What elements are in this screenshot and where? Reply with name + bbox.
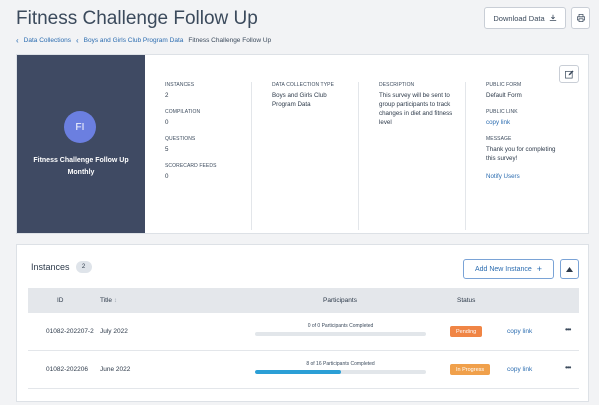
edit-button[interactable] bbox=[559, 65, 579, 83]
breadcrumb-current: Fitness Challenge Follow Up bbox=[188, 37, 272, 44]
collection-overview-card: FI Fitness Challenge Follow Up Monthly I… bbox=[16, 54, 589, 234]
description-value: This survey will be sent to group partic… bbox=[379, 92, 453, 126]
table-row[interactable]: 01082-202206 June 2022 8 of 16 Participa… bbox=[28, 351, 579, 389]
print-button[interactable] bbox=[571, 7, 590, 29]
progress-bar bbox=[255, 370, 426, 374]
scorecard-label: SCORECARD FEEDS bbox=[165, 163, 217, 169]
add-instance-label: Add New Instance bbox=[474, 265, 532, 273]
download-icon bbox=[549, 14, 556, 21]
description-label: DESCRIPTION bbox=[379, 82, 415, 88]
instances-section: Instances 2 Add New Instance + ID Title … bbox=[16, 244, 589, 402]
description-column: DESCRIPTION This survey will be sent to … bbox=[358, 82, 465, 230]
questions-label: QUESTIONS bbox=[165, 136, 196, 142]
breadcrumb: ‹ Data Collections ‹ Boys and Girls Club… bbox=[16, 35, 272, 45]
instances-count-badge: 2 bbox=[75, 261, 92, 273]
caret-up-icon bbox=[566, 266, 573, 272]
message-label: MESSAGE bbox=[486, 136, 512, 142]
table-row[interactable]: 01082-202207-2 July 2022 0 of 0 Particip… bbox=[28, 313, 579, 351]
add-new-instance-button[interactable]: Add New Instance + bbox=[463, 259, 554, 279]
public-copy-link[interactable]: copy link bbox=[486, 118, 575, 127]
participants-text: 8 of 16 Participants Completed bbox=[306, 361, 375, 367]
avatar: FI bbox=[64, 111, 96, 143]
public-form-label: PUBLIC FORM bbox=[486, 82, 522, 88]
collection-type-column: DATA COLLECTION TYPE Boys and Girls Club… bbox=[251, 82, 358, 230]
status-badge: Pending bbox=[450, 326, 483, 337]
breadcrumb-program-data[interactable]: Boys and Girls Club Program Data bbox=[84, 37, 184, 44]
download-data-button[interactable]: Download Data bbox=[484, 7, 566, 29]
instances-header: Instances 2 bbox=[31, 261, 92, 273]
column-title[interactable]: Title ↕ bbox=[100, 297, 117, 304]
profile-frequency: Monthly bbox=[67, 169, 95, 176]
profile-title: Fitness Challenge Follow Up bbox=[33, 157, 129, 164]
more-options-icon[interactable]: ••• bbox=[565, 325, 571, 334]
questions-value: 5 bbox=[165, 146, 169, 153]
participants-progress: 0 of 0 Participants Completed bbox=[255, 323, 426, 336]
public-column: PUBLIC FORM Default Form PUBLIC LINK copy … bbox=[465, 82, 575, 230]
progress-bar bbox=[255, 332, 426, 336]
instance-id: 01082-202206 bbox=[46, 366, 88, 373]
public-link-label: PUBLIC LINK bbox=[486, 109, 518, 115]
compilation-value: 0 bbox=[165, 119, 169, 126]
public-form-value: Default Form bbox=[486, 92, 522, 99]
column-title-label: Title bbox=[100, 297, 113, 304]
chevron-left-icon: ‹ bbox=[76, 35, 79, 45]
profile-panel: FI Fitness Challenge Follow Up Monthly bbox=[17, 55, 145, 233]
scorecard-value: 0 bbox=[165, 173, 169, 180]
collection-type-value: Boys and Girls Club Program Data bbox=[272, 92, 327, 108]
participants-text: 0 of 0 Participants Completed bbox=[307, 323, 374, 329]
table-header: ID Title ↕ Participants Status bbox=[28, 288, 579, 313]
copy-link[interactable]: copy link bbox=[507, 366, 532, 373]
print-icon bbox=[576, 14, 585, 22]
sort-icon: ↕ bbox=[113, 298, 117, 304]
column-participants: Participants bbox=[323, 297, 357, 304]
progress-fill bbox=[255, 370, 341, 374]
instances-label: INSTANCES bbox=[165, 82, 195, 88]
instance-id: 01082-202207-2 bbox=[46, 328, 94, 335]
plus-icon: + bbox=[536, 264, 543, 274]
edit-icon bbox=[564, 69, 574, 78]
chevron-left-icon: ‹ bbox=[16, 35, 19, 45]
message-value: Thank you for completing this survey! bbox=[486, 146, 556, 162]
collapse-button[interactable] bbox=[560, 259, 579, 279]
instance-title: June 2022 bbox=[100, 366, 131, 373]
instances-title: Instances bbox=[31, 262, 70, 272]
instances-value: 2 bbox=[165, 92, 169, 99]
compilation-label: COMPILATION bbox=[165, 109, 201, 115]
page-title: Fitness Challenge Follow Up bbox=[16, 8, 258, 29]
collection-type-label: DATA COLLECTION TYPE bbox=[272, 82, 335, 88]
profile-name: Fitness Challenge Follow Up Monthly bbox=[17, 155, 145, 179]
column-id[interactable]: ID bbox=[57, 297, 64, 304]
status-badge: In Progress bbox=[450, 364, 491, 375]
more-options-icon[interactable]: ••• bbox=[565, 363, 571, 372]
instance-title: July 2022 bbox=[100, 328, 128, 335]
participants-progress: 8 of 16 Participants Completed bbox=[255, 361, 426, 374]
column-status: Status bbox=[457, 297, 476, 304]
copy-link[interactable]: copy link bbox=[507, 328, 532, 335]
stats-column: INSTANCES 2 COMPILATION 0 QUESTIONS 5 SCORE… bbox=[165, 82, 265, 230]
download-label: Download Data bbox=[493, 13, 545, 23]
notify-users-link[interactable]: Notify Users bbox=[486, 172, 575, 181]
breadcrumb-data-collections[interactable]: Data Collections bbox=[24, 37, 71, 44]
